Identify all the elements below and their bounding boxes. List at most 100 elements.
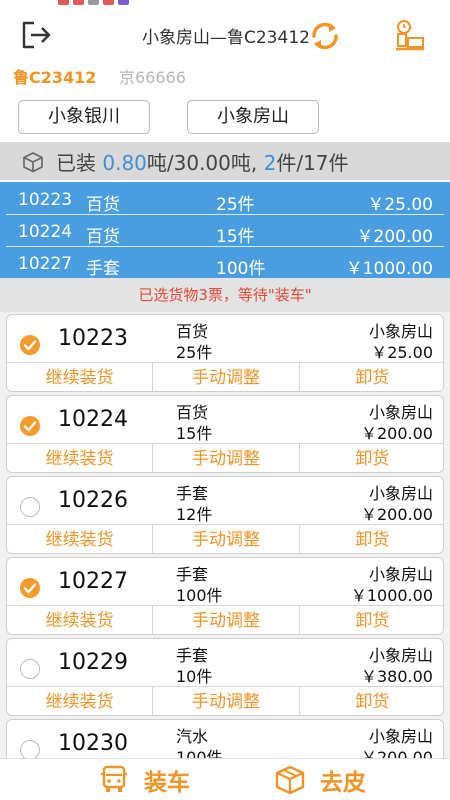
location-button-yinchuan[interactable]: 小象银川 [18, 100, 150, 134]
summary-pieces-total: 件/17件 [276, 151, 349, 175]
manual-adjust-button[interactable]: 手动调整 [153, 606, 300, 634]
page-title: 小象房山—鲁C23412 [142, 28, 310, 48]
cargo-card[interactable]: 10227 手套 100件 小象房山 ￥1000.00 继续装货 手动调整 卸货 [6, 557, 444, 635]
status-icon [118, 0, 129, 5]
load-truck-button[interactable]: 装车 [98, 759, 190, 800]
selected-category: 手套 [86, 259, 120, 279]
selected-qty: 15件 [216, 227, 255, 247]
box-icon [275, 765, 305, 795]
card-actions: 继续装货 手动调整 卸货 [7, 524, 443, 553]
cargo-card[interactable]: 10224 百货 15件 小象房山 ￥200.00 继续装货 手动调整 卸货 [6, 395, 444, 473]
cargo-code: 10226 [58, 488, 128, 513]
scale-icon[interactable] [394, 18, 426, 52]
status-icon [88, 0, 99, 5]
divider [6, 246, 444, 247]
manual-adjust-button[interactable]: 手动调整 [153, 525, 300, 553]
continue-loading-button[interactable]: 继续装货 [7, 687, 154, 715]
cargo-code: 10227 [58, 569, 128, 594]
cargo-price: ￥1000.00 [350, 586, 433, 605]
card-actions: 继续装货 手动调整 卸货 [7, 443, 443, 472]
status-icon [103, 0, 114, 5]
selected-price: ￥25.00 [367, 195, 433, 215]
selected-code: 10224 [18, 222, 73, 242]
tab-plate-inactive[interactable]: 京66666 [119, 64, 186, 88]
selected-qty: 25件 [216, 195, 255, 215]
cargo-qty: 100件 [176, 748, 223, 758]
continue-loading-button[interactable]: 继续装货 [7, 444, 154, 472]
summary-prefix: 已装 [56, 151, 103, 175]
checkbox-checked-icon[interactable] [20, 335, 40, 355]
summary-weight-loaded: 0.80 [102, 151, 147, 175]
tare-button[interactable]: 去皮 [274, 759, 366, 800]
status-notice: 已选货物3票，等待"装车" [0, 278, 450, 312]
tab-plate-active[interactable]: 鲁C23412 [13, 64, 96, 88]
cargo-price: ￥380.00 [361, 667, 433, 686]
unload-button[interactable]: 卸货 [300, 363, 443, 391]
continue-loading-button[interactable]: 继续装货 [7, 525, 154, 553]
cargo-code: 10230 [58, 731, 128, 756]
cargo-list: 10223 百货 25件 小象房山 ￥25.00 继续装货 手动调整 卸货 10… [0, 312, 450, 758]
selected-row[interactable]: 10223 百货 25件 ￥25.00 [0, 184, 450, 216]
logout-icon[interactable] [20, 20, 52, 50]
checkbox-checked-icon[interactable] [20, 416, 40, 436]
selected-category: 百货 [86, 227, 120, 247]
card-actions: 继续装货 手动调整 卸货 [7, 362, 443, 391]
summary-text: 已装 0.80吨/30.00吨, 2件/17件 [56, 147, 349, 176]
manual-adjust-button[interactable]: 手动调整 [153, 363, 300, 391]
status-icon [73, 0, 84, 5]
cargo-price: ￥200.00 [361, 748, 433, 758]
selected-row[interactable]: 10227 手套 100件 ￥1000.00 [0, 248, 450, 280]
truck-icon [101, 765, 127, 792]
refresh-icon[interactable] [309, 20, 341, 52]
card-actions: 继续装货 手动调整 卸货 [7, 605, 443, 634]
card-actions: 继续装货 手动调整 卸货 [7, 686, 443, 715]
unload-button[interactable]: 卸货 [300, 687, 443, 715]
selected-qty: 100件 [216, 259, 266, 279]
cargo-price: ￥200.00 [361, 424, 433, 443]
checkbox-unchecked-icon[interactable] [20, 659, 40, 679]
cargo-qty: 15件 [176, 424, 213, 443]
continue-loading-button[interactable]: 继续装货 [7, 363, 154, 391]
selected-row[interactable]: 10224 百货 15件 ￥200.00 [0, 216, 450, 248]
unload-button[interactable]: 卸货 [300, 525, 443, 553]
bottom-bar: 装车 去皮 [0, 758, 450, 800]
cargo-qty: 100件 [176, 586, 223, 605]
manual-adjust-button[interactable]: 手动调整 [153, 687, 300, 715]
cargo-card[interactable]: 10230 汽水 100件 小象房山 ￥200.00 继续装货 手动调整 卸货 [6, 719, 444, 758]
cargo-price: ￥25.00 [371, 343, 433, 362]
cargo-qty: 12件 [176, 505, 213, 524]
cargo-code: 10223 [58, 326, 128, 351]
cargo-code: 10229 [58, 650, 128, 675]
cargo-qty: 25件 [176, 343, 213, 362]
unload-button[interactable]: 卸货 [300, 444, 443, 472]
selected-category: 百货 [86, 195, 120, 215]
summary-weight-sep: 吨/30.00吨, [146, 151, 264, 175]
selected-price: ￥200.00 [356, 227, 433, 247]
manual-adjust-button[interactable]: 手动调整 [153, 444, 300, 472]
plate-tabs: 鲁C23412 京66666 [0, 62, 450, 90]
unload-button[interactable]: 卸货 [300, 606, 443, 634]
load-truck-label: 装车 [144, 770, 190, 796]
header: 小象房山—鲁C23412 [0, 6, 450, 62]
checkbox-unchecked-icon[interactable] [20, 497, 40, 517]
status-icon [58, 0, 69, 5]
divider [6, 214, 444, 215]
load-summary: 已装 0.80吨/30.00吨, 2件/17件 [0, 142, 450, 180]
cargo-code: 10224 [58, 407, 128, 432]
continue-loading-button[interactable]: 继续装货 [7, 606, 154, 634]
selected-price: ￥1000.00 [345, 259, 433, 279]
checkbox-checked-icon[interactable] [20, 578, 40, 598]
cargo-card[interactable]: 10223 百货 25件 小象房山 ￥25.00 继续装货 手动调整 卸货 [6, 314, 444, 392]
tare-label: 去皮 [320, 770, 366, 796]
selected-code: 10227 [18, 254, 73, 274]
summary-pieces-loaded: 2 [263, 151, 277, 175]
cargo-card[interactable]: 10226 手套 12件 小象房山 ￥200.00 继续装货 手动调整 卸货 [6, 476, 444, 554]
cargo-price: ￥200.00 [361, 505, 433, 524]
selected-code: 10223 [18, 190, 73, 210]
box-icon [23, 152, 43, 173]
selected-list: 10223 百货 25件 ￥25.00 10224 百货 15件 ￥200.00… [0, 182, 450, 280]
cargo-qty: 10件 [176, 667, 213, 686]
cargo-card[interactable]: 10229 手套 10件 小象房山 ￥380.00 继续装货 手动调整 卸货 [6, 638, 444, 716]
location-button-fangshan[interactable]: 小象房山 [187, 100, 319, 134]
checkbox-unchecked-icon[interactable] [20, 740, 40, 758]
